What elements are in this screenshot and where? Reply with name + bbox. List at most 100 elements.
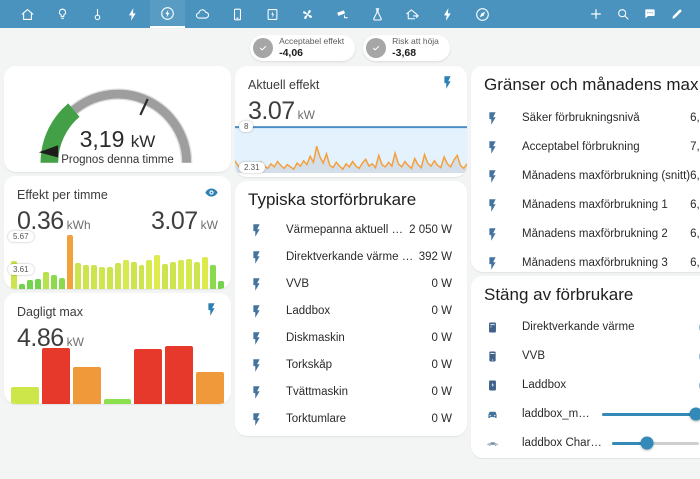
tab-power-circle-icon[interactable] [150, 0, 185, 28]
flash-icon [204, 302, 219, 322]
card-title: Dagligt max [17, 305, 83, 319]
flash-icon [484, 140, 501, 155]
consumer-row[interactable]: Tvättmaskin 0 W [235, 379, 467, 406]
entity-value: 0 W [432, 305, 452, 317]
card-title: Stäng av förbrukare [484, 285, 633, 305]
consumer-row[interactable]: VVB0 W [235, 271, 467, 298]
consumer-row[interactable]: Torktumlare0 W [235, 406, 467, 433]
limit-badge: 8 [239, 121, 253, 132]
current-power-card[interactable]: Aktuell effekt 3.07kW 8 2.31 [235, 66, 467, 177]
flash-icon [248, 277, 265, 292]
entity-name: Laddbox [286, 305, 330, 317]
entity-name: laddbox Charge limit [522, 437, 604, 449]
right-column: Gränser och månadens max Säker förbrukni… [471, 66, 700, 458]
entity-value: 6,87 kW [690, 257, 700, 269]
card-title: Effekt per timme [17, 188, 108, 202]
entity-name: Acceptabel förbrukning [522, 141, 640, 153]
tab-compass-icon[interactable] [465, 0, 500, 28]
daily-max-card[interactable]: Dagligt max 4.86kW [4, 293, 231, 404]
entity-name: Direktverkande värme [522, 321, 634, 333]
card-title: Typiska storförbrukare [248, 190, 416, 210]
tab-cloud-icon[interactable] [185, 0, 220, 28]
consumer-row[interactable]: Direktverkande värme aktuell effekt392 W [235, 244, 467, 271]
tab-home-export-icon[interactable] [395, 0, 430, 28]
laddbox-max-charge-slider[interactable] [602, 413, 699, 416]
check-circle-icon [366, 38, 386, 58]
entity-name: laddbox_max_char... [522, 408, 594, 420]
badge-risk-att-hoja[interactable]: Risk att höja-3,68 [363, 35, 450, 61]
limit-row[interactable]: Månadens maxförbrukning 16,95 kW [471, 191, 700, 220]
view-tabs [10, 0, 500, 28]
flash-icon [248, 331, 265, 346]
flash-icon [248, 385, 265, 400]
tab-thermometer-icon[interactable] [80, 0, 115, 28]
laddbox-charge-limit-slider[interactable] [612, 442, 699, 445]
switch-row: Laddbox [471, 371, 700, 400]
add-button[interactable] [582, 0, 609, 28]
edit-icon[interactable] [663, 0, 690, 28]
entity-name: Värmepanna aktuell effekt [286, 224, 409, 236]
limits-card: Gränser och månadens max Säker förbrukni… [471, 66, 700, 272]
flash-icon [484, 256, 501, 271]
tab-fan-icon[interactable] [290, 0, 325, 28]
entity-name: Torkskåp [286, 359, 332, 371]
switch-row: VVB [471, 342, 700, 371]
car-front-icon [484, 407, 501, 422]
tab-home-icon[interactable] [10, 0, 45, 28]
limit-row[interactable]: Månadens maxförbrukning 36,87 kW [471, 249, 700, 272]
flash-icon [484, 227, 501, 242]
flash-icon [484, 169, 501, 184]
tab-lightbulb-icon[interactable] [45, 0, 80, 28]
card-title: Gränser och månadens max [484, 75, 699, 95]
entity-value: 7,25 kW [690, 141, 700, 153]
entity-name: Säker förbrukningsnivå [522, 112, 640, 124]
hourly-bar-chart [11, 234, 224, 289]
entity-name: Månadens maxförbrukning 1 [522, 199, 668, 211]
daily-bar-chart [11, 344, 224, 404]
flash-icon [484, 111, 501, 126]
current-line-chart [235, 121, 467, 173]
tab-flask-icon[interactable] [360, 0, 395, 28]
consumer-row[interactable]: Laddbox 0 W [235, 298, 467, 325]
consumer-row[interactable]: Värmepanna aktuell effekt2 050 W [235, 217, 467, 244]
flash-icon [484, 198, 501, 213]
forum-icon[interactable] [636, 0, 663, 28]
entity-value: 392 W [419, 251, 452, 263]
consumer-row[interactable]: Torkskåp0 W [235, 352, 467, 379]
tab-security-camera-icon[interactable] [325, 0, 360, 28]
gauge-card[interactable]: 3,19 kW Prognos denna timme [4, 66, 231, 172]
entity-name: Tvättmaskin [286, 386, 348, 398]
entity-name: Månadens maxförbrukning 2 [522, 228, 668, 240]
entity-value: 0 W [432, 386, 452, 398]
tab-tablet-icon[interactable] [220, 0, 255, 28]
power-value: 3.07kW [151, 207, 218, 236]
limit-row[interactable]: Acceptabel förbrukning 7,25 kW [471, 133, 700, 162]
badge-acceptabel-effekt[interactable]: Acceptabel effekt-4,06 [250, 35, 355, 61]
entity-value: 6,90 kW [690, 170, 700, 182]
scale-max-badge: 5.67 [8, 231, 34, 242]
tab-flash-icon[interactable] [115, 0, 150, 28]
gauge-label: Prognos denna timme [4, 154, 231, 166]
water-boiler-icon [484, 349, 501, 364]
limit-row[interactable]: Månadens maxförbrukning 26,89 kW [471, 220, 700, 249]
entity-value: 2 050 W [409, 224, 452, 236]
tab-energy-meter-icon[interactable] [255, 0, 290, 28]
badge-row: Acceptabel effekt-4,06 Risk att höja-3,6… [0, 28, 700, 64]
limit-row[interactable]: Säker förbrukningsnivå6,87 kW [471, 104, 700, 133]
consumer-row[interactable]: Diskmaskin0 W [235, 325, 467, 352]
hourly-energy-card[interactable]: Effekt per timme 0.36kWh 3.07kW 5.67 3.6… [4, 176, 231, 289]
limit-row[interactable]: Månadens maxförbrukning (snitt)6,90 kW [471, 162, 700, 191]
ev-charger-icon [484, 378, 501, 393]
scale-min-badge: 3.61 [8, 264, 34, 275]
top-app-bar [0, 0, 700, 28]
badge-label: Acceptabel effekt [279, 37, 344, 47]
dashboard-grid: 3,19 kW Prognos denna timme Effekt per t… [0, 64, 700, 458]
consumers-card: Typiska storförbrukare Värmepanna aktuel… [235, 181, 467, 436]
badge-label: Risk att höja [392, 37, 439, 47]
eye-icon[interactable] [204, 185, 219, 205]
switches-card: Stäng av förbrukare Direktverkande värme… [471, 276, 700, 458]
left-column: 3,19 kW Prognos denna timme Effekt per t… [4, 66, 231, 458]
tab-flash-2-icon[interactable] [430, 0, 465, 28]
middle-column: Aktuell effekt 3.07kW 8 2.31 Typiska sto… [235, 66, 467, 458]
search-icon[interactable] [609, 0, 636, 28]
